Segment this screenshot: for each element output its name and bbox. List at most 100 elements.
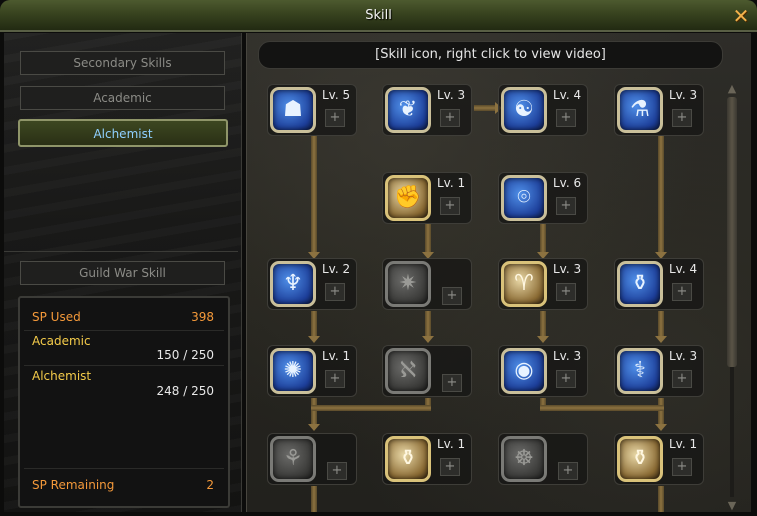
connector (311, 486, 317, 512)
skill-plus-button[interactable]: + (440, 458, 460, 476)
skill-icon[interactable]: ⚱ (385, 436, 431, 482)
skill-tree-scrollbar[interactable]: ▲ ▼ (725, 83, 739, 512)
skill-icon[interactable]: ✷ (385, 261, 431, 307)
connector (425, 224, 431, 252)
skill-level: Lv. 1 (437, 437, 466, 451)
skill-level: Lv. 3 (669, 88, 698, 102)
skill-plus-button[interactable]: + (442, 374, 462, 392)
skill-slot: ◉ Lv. 3 + (498, 345, 588, 397)
skill-icon[interactable]: ❦ (385, 87, 431, 133)
academic-value: 150 / 250 (156, 348, 214, 362)
skill-plus-button[interactable]: + (672, 283, 692, 301)
close-icon[interactable]: ✕ (731, 6, 751, 26)
skill-plus-button[interactable]: + (440, 197, 460, 215)
skill-slot: ⚱ Lv. 1 + (382, 433, 472, 485)
skill-plus-button[interactable]: + (556, 283, 576, 301)
skill-plus-button[interactable]: + (672, 370, 692, 388)
connector (540, 224, 546, 252)
skill-icon[interactable]: ⚕ (617, 348, 663, 394)
skill-slot: ⌾ Lv. 6 + (498, 172, 588, 224)
connector (540, 405, 664, 411)
skill-plus-button[interactable]: + (558, 462, 578, 480)
skill-plus-button[interactable]: + (556, 370, 576, 388)
tab-alchemist[interactable]: Alchemist (18, 119, 228, 147)
skill-plus-button[interactable]: + (556, 197, 576, 215)
skill-slot: ❦ Lv. 3 + (382, 84, 472, 136)
skill-level: Lv. 3 (437, 88, 466, 102)
connector (311, 405, 431, 411)
skill-slot: ⚕ Lv. 3 + (614, 345, 704, 397)
skill-slot: ⚱ Lv. 1 + (614, 433, 704, 485)
sp-stats-panel: SP Used 398 Academic 150 / 250 Alchemist… (18, 296, 230, 508)
skill-slot: ♆ Lv. 2 + (267, 258, 357, 310)
skill-icon[interactable]: ⚘ (270, 436, 316, 482)
skill-plus-button[interactable]: + (556, 109, 576, 127)
scroll-down-icon[interactable]: ▼ (725, 500, 739, 512)
skill-slot: ☯ Lv. 4 + (498, 84, 588, 136)
connector-arrow (655, 424, 667, 431)
skill-plus-button[interactable]: + (327, 462, 347, 480)
divider (24, 330, 224, 331)
skill-plus-button[interactable]: + (442, 287, 462, 305)
skill-slot: ☗ Lv. 5 + (267, 84, 357, 136)
skill-icon[interactable]: ☯ (501, 87, 547, 133)
scroll-up-icon[interactable]: ▲ (725, 83, 739, 95)
connector-arrow (308, 336, 320, 343)
skill-hint-bar: [Skill icon, right click to view video] (258, 41, 723, 69)
tab-academic[interactable]: Academic (20, 86, 225, 110)
skill-level: Lv. 4 (553, 88, 582, 102)
skill-plus-button[interactable]: + (325, 283, 345, 301)
skill-plus-button[interactable]: + (325, 109, 345, 127)
skill-icon[interactable]: ◉ (501, 348, 547, 394)
skill-icon[interactable]: ⚱ (617, 261, 663, 307)
sp-used-value: 398 (191, 310, 214, 324)
title-bar: Skill ✕ (0, 0, 757, 32)
skill-icon[interactable]: ⚗ (617, 87, 663, 133)
skill-plus-button[interactable]: + (440, 109, 460, 127)
skill-slot: ⚗ Lv. 3 + (614, 84, 704, 136)
sp-remaining-label: SP Remaining (32, 478, 115, 492)
skill-level: Lv. 1 (437, 176, 466, 190)
tab-guild-war-skill[interactable]: Guild War Skill (20, 261, 225, 285)
connector-arrow (537, 336, 549, 343)
skill-icon[interactable]: ✺ (270, 348, 316, 394)
skill-icon[interactable]: ♈ (501, 261, 547, 307)
skill-icon[interactable]: ☗ (270, 87, 316, 133)
skill-level: Lv. 2 (322, 262, 351, 276)
left-divider (4, 251, 238, 252)
skill-icon[interactable]: ⚱ (617, 436, 663, 482)
window-title: Skill (365, 8, 392, 23)
skill-icon[interactable]: ℵ (385, 348, 431, 394)
skill-icon[interactable]: ✊ (385, 175, 431, 221)
connector (425, 311, 431, 337)
skill-icon[interactable]: ♆ (270, 261, 316, 307)
sp-remaining-value: 2 (206, 478, 214, 492)
skill-slot: ♈ Lv. 3 + (498, 258, 588, 310)
connector (311, 398, 317, 426)
tab-secondary-skills[interactable]: Secondary Skills (20, 51, 225, 75)
connector-arrow (308, 424, 320, 431)
skill-level: Lv. 6 (553, 176, 582, 190)
divider (24, 365, 224, 366)
skill-level: Lv. 4 (669, 262, 698, 276)
skill-slot: ✷ + (382, 258, 472, 310)
skill-level: Lv. 1 (669, 437, 698, 451)
connector (658, 398, 664, 426)
sp-remaining-row: SP Remaining 2 (32, 478, 214, 492)
skill-slot: ✺ Lv. 1 + (267, 345, 357, 397)
connector (658, 136, 664, 252)
connector (311, 136, 317, 252)
skill-icon[interactable]: ☸ (501, 436, 547, 482)
skill-level: Lv. 3 (553, 262, 582, 276)
skill-slot: ☸ + (498, 433, 588, 485)
skill-plus-button[interactable]: + (325, 370, 345, 388)
connector-arrow (655, 336, 667, 343)
scroll-thumb[interactable] (727, 97, 737, 367)
skill-icon[interactable]: ⌾ (501, 175, 547, 221)
skill-level: Lv. 3 (669, 349, 698, 363)
alchemist-row: Alchemist (32, 369, 214, 383)
skill-level: Lv. 1 (322, 349, 351, 363)
skill-plus-button[interactable]: + (672, 109, 692, 127)
skill-plus-button[interactable]: + (672, 458, 692, 476)
skill-level: Lv. 5 (322, 88, 351, 102)
